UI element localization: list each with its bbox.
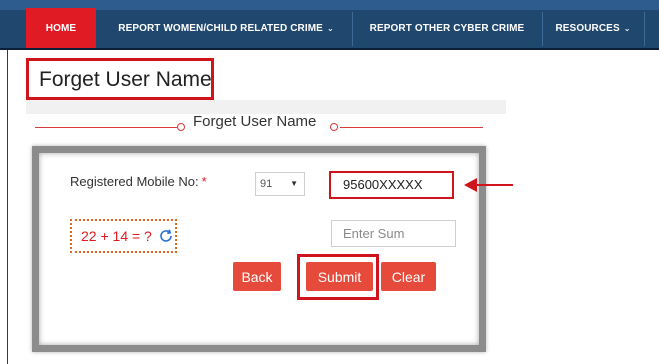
captcha-sum-input[interactable] [331,220,456,247]
captcha-question: 22 + 14 = ? [81,228,152,244]
left-border-rule [7,48,8,364]
annotation-arrow-line [475,184,513,186]
refresh-icon[interactable] [158,228,174,244]
page-title: Forget User Name [39,68,212,91]
dropdown-arrow-icon: ▼ [290,179,298,188]
chevron-down-icon: ⌄ [326,24,334,33]
top-navigation: HOME REPORT WOMEN/CHILD RELATED CRIME ⌄ R… [0,0,659,50]
nav-resources[interactable]: RESOURCES ⌄ [542,10,644,48]
nav-separator [644,12,645,46]
content-backdrop [26,100,506,114]
nav-home[interactable]: HOME [26,8,96,48]
country-code-value: 91 [260,178,273,190]
mobile-number-value: 95600XXXXX [343,177,423,192]
nav-resources-label: RESOURCES [555,23,620,34]
nav-report-women-child-label: REPORT WOMEN/CHILD RELATED CRIME [118,23,323,34]
nav-report-other-cyber[interactable]: REPORT OTHER CYBER CRIME [352,10,542,48]
chevron-down-icon: ⌄ [623,24,631,33]
legend-divider-right [340,127,483,128]
mobile-number-input[interactable]: 95600XXXXX [329,171,454,199]
legend-dot-right [330,123,338,131]
country-code-select[interactable]: 91 ▼ [255,172,305,196]
legend-dot-left [177,123,185,131]
nav-home-label: HOME [45,23,77,34]
nav-report-other-cyber-label: REPORT OTHER CYBER CRIME [369,23,525,34]
submit-button[interactable]: Submit [306,262,373,291]
back-button[interactable]: Back [233,262,281,291]
mobile-label: Registered Mobile No: * [70,174,207,189]
mobile-label-text: Registered Mobile No: [70,174,199,189]
clear-button[interactable]: Clear [381,262,436,291]
page-title-highlight: Forget User Name [26,58,214,100]
nav-report-women-child[interactable]: REPORT WOMEN/CHILD RELATED CRIME ⌄ [100,10,352,48]
legend-divider-left [35,127,177,128]
required-marker: * [201,174,207,189]
form-legend: Forget User Name [193,113,317,130]
